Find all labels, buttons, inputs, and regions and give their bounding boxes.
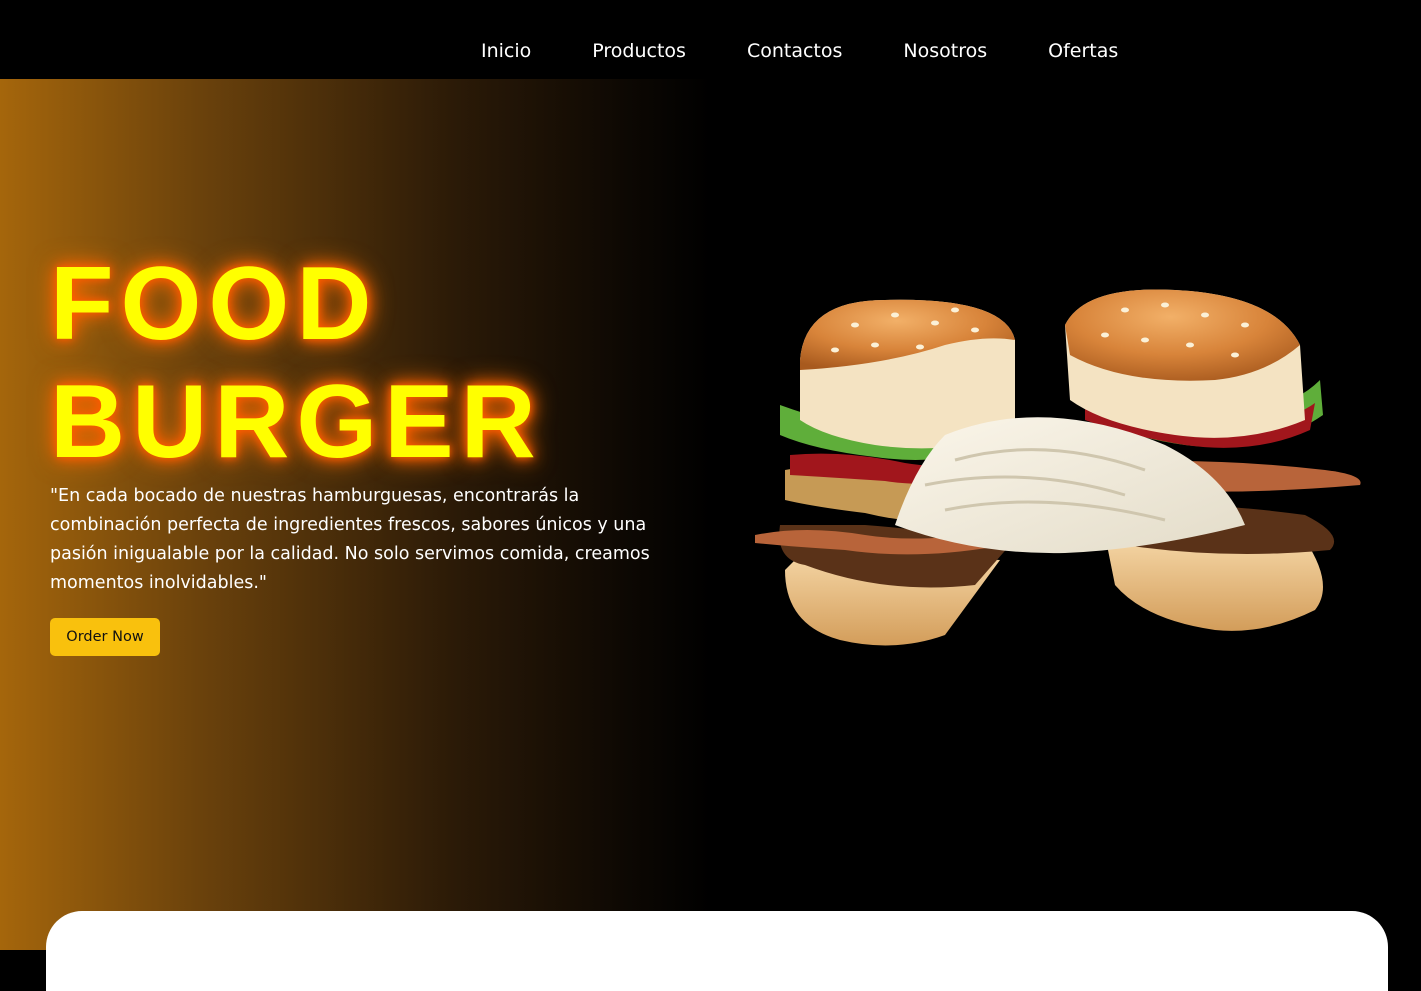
nav-item-inicio[interactable]: Inicio [481, 36, 531, 66]
hero-description: "En cada bocado de nuestras hamburguesas… [50, 486, 650, 593]
nav-item-productos[interactable]: Productos [592, 36, 686, 66]
order-now-button[interactable]: Order Now [50, 618, 160, 656]
hero-title: FOOD BURGER [50, 245, 543, 481]
burger-image [755, 289, 1361, 646]
nav-item-ofertas[interactable]: Ofertas [1048, 36, 1118, 66]
hero-title-line-1: FOOD [50, 246, 379, 362]
hero-title-line-2: BURGER [50, 364, 543, 480]
nav-menu: Inicio Productos Contactos Nosotros Ofer… [481, 36, 1118, 66]
content-card [46, 911, 1388, 991]
nav-item-nosotros[interactable]: Nosotros [903, 36, 987, 66]
top-navbar: Inicio Productos Contactos Nosotros Ofer… [0, 0, 1421, 79]
nav-item-contactos[interactable]: Contactos [747, 36, 842, 66]
